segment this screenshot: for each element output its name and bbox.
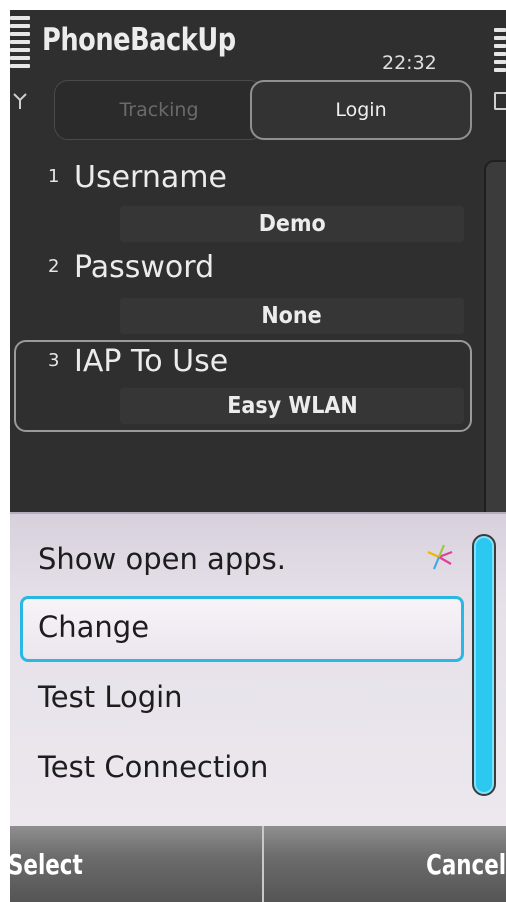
antenna-icon [13, 93, 27, 109]
signal-strength-icon [10, 16, 30, 68]
setting-value-username[interactable]: Demo [120, 206, 464, 242]
phone-screen: PhoneBackUp 22:32 Tracking Login 1 Usern… [0, 0, 506, 902]
setting-label-username: Username [74, 160, 227, 195]
menu-item-change[interactable]: Change [38, 610, 149, 644]
tab-login-label: Login [335, 99, 387, 121]
menu-scrollbar[interactable] [472, 534, 496, 796]
app-title: PhoneBackUp [42, 22, 236, 58]
menu-item-test-connection[interactable]: Test Connection [38, 750, 268, 784]
setting-value-password[interactable]: None [120, 298, 464, 334]
cancel-softkey[interactable]: Cancel [426, 848, 506, 881]
tab-tracking-label: Tracking [119, 99, 199, 121]
task-switcher-icon[interactable] [424, 542, 454, 572]
tab-login[interactable]: Login [250, 80, 472, 140]
setting-number-username: 1 [48, 166, 60, 187]
setting-value-password-text: None [261, 303, 323, 329]
select-softkey[interactable]: Select [8, 848, 83, 881]
settings-scrollbar[interactable] [484, 160, 506, 520]
battery-icon [494, 92, 506, 110]
setting-label-iap: IAP To Use [74, 344, 229, 379]
setting-label-password: Password [74, 250, 215, 285]
setting-value-iap[interactable]: Easy WLAN [120, 388, 464, 424]
battery-level-icon [494, 28, 506, 72]
setting-value-iap-text: Easy WLAN [226, 393, 358, 419]
softkey-bar: Select Cancel [8, 826, 506, 902]
menu-item-show-open-apps[interactable]: Show open apps. [38, 542, 286, 576]
tab-tracking[interactable]: Tracking [54, 80, 264, 140]
softkey-divider [262, 826, 264, 902]
setting-value-username-text: Demo [258, 211, 326, 237]
clock: 22:32 [382, 52, 437, 74]
menu-item-test-login[interactable]: Test Login [38, 680, 183, 714]
setting-number-password: 2 [48, 256, 60, 277]
setting-number-iap: 3 [48, 350, 60, 371]
options-menu: Show open apps. Change Test Login Test C… [10, 512, 506, 826]
